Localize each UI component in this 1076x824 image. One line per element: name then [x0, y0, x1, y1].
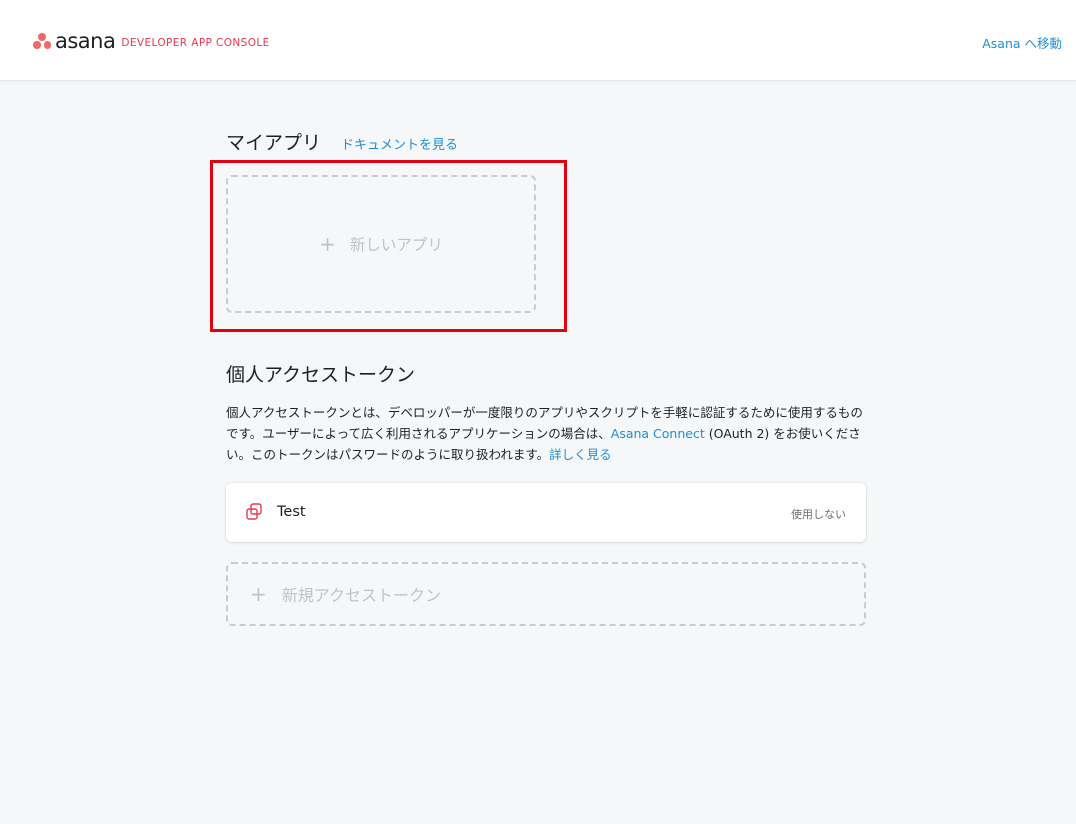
- token-name: Test: [277, 504, 306, 520]
- pat-description: 個人アクセストークンとは、デベロッパーが一度限りのアプリやスクリプトを手軽に認証…: [226, 402, 870, 465]
- token-row[interactable]: Test 使用しない: [226, 483, 866, 542]
- my-apps-title: マイアプリ: [226, 132, 322, 154]
- token-icon: [246, 503, 262, 520]
- highlight-annotation-box: [210, 160, 567, 332]
- top-bar: asana DEVELOPER APP CONSOLE Asana へ移動: [0, 0, 1076, 81]
- view-docs-link[interactable]: ドキュメントを見る: [341, 134, 458, 153]
- asana-connect-link[interactable]: Asana Connect: [611, 426, 705, 441]
- new-access-token-button[interactable]: + 新規アクセストークン: [226, 562, 866, 626]
- asana-logo[interactable]: asana DEVELOPER APP CONSOLE: [33, 29, 270, 53]
- goto-asana-link[interactable]: Asana へ移動: [982, 33, 1062, 52]
- new-token-label: 新規アクセストークン: [281, 586, 441, 605]
- learn-more-link[interactable]: 詳しく見る: [549, 447, 612, 462]
- asana-dots-icon: [33, 33, 51, 49]
- token-status: 使用しない: [791, 508, 846, 521]
- logo-wordmark: asana: [55, 29, 116, 53]
- logo-subtitle: DEVELOPER APP CONSOLE: [121, 36, 270, 49]
- personal-access-tokens-title: 個人アクセストークン: [226, 364, 416, 386]
- plus-icon: +: [250, 582, 267, 606]
